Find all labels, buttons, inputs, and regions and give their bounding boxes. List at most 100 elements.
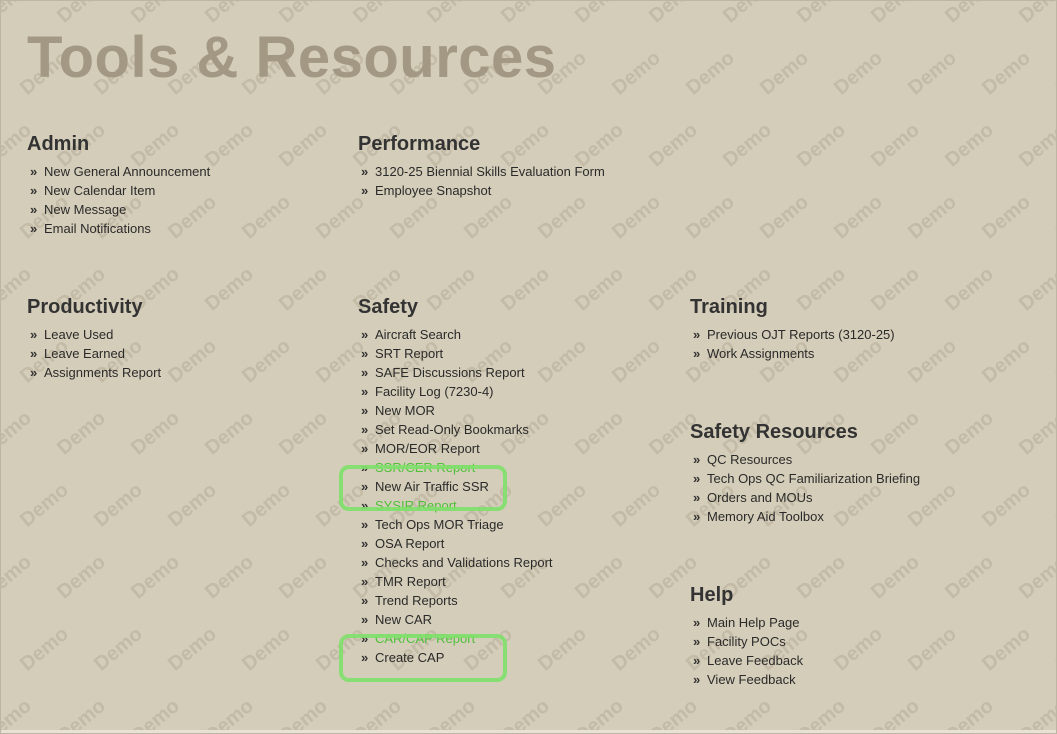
double-chevron-right-icon: »	[361, 164, 369, 179]
orders-and-mous-link[interactable]: Orders and MOUs	[707, 490, 812, 505]
demo-watermark-text: Demo	[867, 694, 924, 734]
demo-watermark-text: Demo	[0, 550, 36, 604]
new-air-traffic-ssr-link[interactable]: New Air Traffic SSR	[375, 479, 489, 494]
demo-watermark-text: Demo	[978, 46, 1035, 100]
email-notifications-link[interactable]: Email Notifications	[44, 221, 151, 236]
list-item: » New Calendar Item	[30, 181, 210, 200]
sysir-report-link[interactable]: SYSIR Report	[375, 498, 457, 513]
list-item: » OSA Report	[361, 534, 553, 553]
demo-watermark-text: Demo	[1052, 478, 1057, 532]
demo-watermark-text: Demo	[571, 0, 628, 28]
checks-and-validations-report-link[interactable]: Checks and Validations Report	[375, 555, 553, 570]
bottom-strip	[0, 730, 1057, 734]
demo-watermark-text: Demo	[1052, 190, 1057, 244]
double-chevron-right-icon: »	[361, 422, 369, 437]
leave-used-link[interactable]: Leave Used	[44, 327, 113, 342]
double-chevron-right-icon: »	[693, 634, 701, 649]
car-cap-report-link[interactable]: CAR/CAP Report	[375, 631, 475, 646]
double-chevron-right-icon: »	[361, 555, 369, 570]
demo-watermark-text: Demo	[1015, 0, 1057, 28]
leave-feedback-link[interactable]: Leave Feedback	[707, 653, 803, 668]
new-general-announcement-link[interactable]: New General Announcement	[44, 164, 210, 179]
view-feedback-link[interactable]: View Feedback	[707, 672, 796, 687]
tmr-report-link[interactable]: TMR Report	[375, 574, 446, 589]
safety-resources-links: » QC Resources » Tech Ops QC Familiarizati…	[690, 450, 920, 526]
safety-resources-heading: Safety Resources	[690, 421, 858, 443]
previous-ojt-reports-link[interactable]: Previous OJT Reports (3120-25)	[707, 327, 895, 342]
list-item: » Create CAP	[361, 648, 553, 667]
training-section: Training » Previous OJT Reports (3120-25)…	[690, 296, 895, 363]
safety-section: Safety » Aircraft Search » SRT Report » SAF…	[358, 296, 553, 667]
double-chevron-right-icon: »	[693, 471, 701, 486]
new-mor-link[interactable]: New MOR	[375, 403, 435, 418]
double-chevron-right-icon: »	[361, 183, 369, 198]
demo-watermark-text: Demo	[275, 550, 332, 604]
demo-watermark-text: Demo	[830, 46, 887, 100]
demo-watermark-text: Demo	[756, 190, 813, 244]
mor-eor-report-link[interactable]: MOR/EOR Report	[375, 441, 480, 456]
productivity-links: » Leave Used » Leave Earned » Assignments R…	[27, 325, 161, 382]
demo-watermark-text: Demo	[238, 622, 295, 676]
list-item: » Previous OJT Reports (3120-25)	[693, 325, 895, 344]
tech-ops-mor-triage-link[interactable]: Tech Ops MOR Triage	[375, 517, 504, 532]
memory-aid-toolbox-link[interactable]: Memory Aid Toolbox	[707, 509, 824, 524]
demo-watermark-text: Demo	[941, 550, 998, 604]
double-chevron-right-icon: »	[30, 365, 38, 380]
demo-watermark-text: Demo	[793, 118, 850, 172]
set-read-only-bookmarks-link[interactable]: Set Read-Only Bookmarks	[375, 422, 529, 437]
main-help-page-link[interactable]: Main Help Page	[707, 615, 800, 630]
osa-report-link[interactable]: OSA Report	[375, 536, 444, 551]
demo-watermark-text: Demo	[645, 694, 702, 734]
facility-pocs-link[interactable]: Facility POCs	[707, 634, 786, 649]
safe-discussions-report-link[interactable]: SAFE Discussions Report	[375, 365, 525, 380]
list-item: » SSR/CER Report	[361, 458, 553, 477]
aircraft-search-link[interactable]: Aircraft Search	[375, 327, 461, 342]
page-title: Tools & Resources	[27, 25, 557, 90]
biennial-skills-evaluation-link[interactable]: 3120-25 Biennial Skills Evaluation Form	[375, 164, 605, 179]
new-message-link[interactable]: New Message	[44, 202, 126, 217]
work-assignments-link[interactable]: Work Assignments	[707, 346, 814, 361]
demo-watermark-text: Demo	[867, 550, 924, 604]
facility-log-link[interactable]: Facility Log (7230-4)	[375, 384, 494, 399]
list-item: » Leave Feedback	[693, 651, 803, 670]
list-item: » Facility POCs	[693, 632, 803, 651]
demo-watermark-text: Demo	[719, 118, 776, 172]
double-chevron-right-icon: »	[693, 509, 701, 524]
double-chevron-right-icon: »	[361, 612, 369, 627]
demo-watermark-text: Demo	[904, 190, 961, 244]
demo-watermark-text: Demo	[1052, 46, 1057, 100]
list-item: » SRT Report	[361, 344, 553, 363]
double-chevron-right-icon: »	[361, 403, 369, 418]
demo-watermark-text: Demo	[53, 550, 110, 604]
srt-report-link[interactable]: SRT Report	[375, 346, 443, 361]
demo-watermark-text: Demo	[53, 406, 110, 460]
demo-watermark-text: Demo	[867, 0, 924, 28]
demo-watermark-text: Demo	[1015, 262, 1057, 316]
list-item: » 3120-25 Biennial Skills Evaluation Form	[361, 162, 605, 181]
demo-watermark-text: Demo	[571, 694, 628, 734]
demo-watermark-text: Demo	[0, 406, 36, 460]
employee-snapshot-link[interactable]: Employee Snapshot	[375, 183, 491, 198]
new-car-link[interactable]: New CAR	[375, 612, 432, 627]
qc-resources-link[interactable]: QC Resources	[707, 452, 792, 467]
list-item: » Trend Reports	[361, 591, 553, 610]
ssr-cer-report-link[interactable]: SSR/CER Report	[375, 460, 475, 475]
double-chevron-right-icon: »	[361, 479, 369, 494]
list-item: » Orders and MOUs	[693, 488, 920, 507]
double-chevron-right-icon: »	[361, 574, 369, 589]
demo-watermark-text: Demo	[497, 694, 554, 734]
demo-watermark-text: Demo	[164, 334, 221, 388]
demo-watermark-text: Demo	[608, 334, 665, 388]
leave-earned-link[interactable]: Leave Earned	[44, 346, 125, 361]
double-chevron-right-icon: »	[30, 327, 38, 342]
create-cap-link[interactable]: Create CAP	[375, 650, 444, 665]
double-chevron-right-icon: »	[693, 653, 701, 668]
assignments-report-link[interactable]: Assignments Report	[44, 365, 161, 380]
list-item: » Work Assignments	[693, 344, 895, 363]
list-item: » New CAR	[361, 610, 553, 629]
new-calendar-item-link[interactable]: New Calendar Item	[44, 183, 155, 198]
double-chevron-right-icon: »	[361, 346, 369, 361]
tech-ops-qc-familiarization-link[interactable]: Tech Ops QC Familiarization Briefing	[707, 471, 920, 486]
trend-reports-link[interactable]: Trend Reports	[375, 593, 458, 608]
double-chevron-right-icon: »	[361, 441, 369, 456]
